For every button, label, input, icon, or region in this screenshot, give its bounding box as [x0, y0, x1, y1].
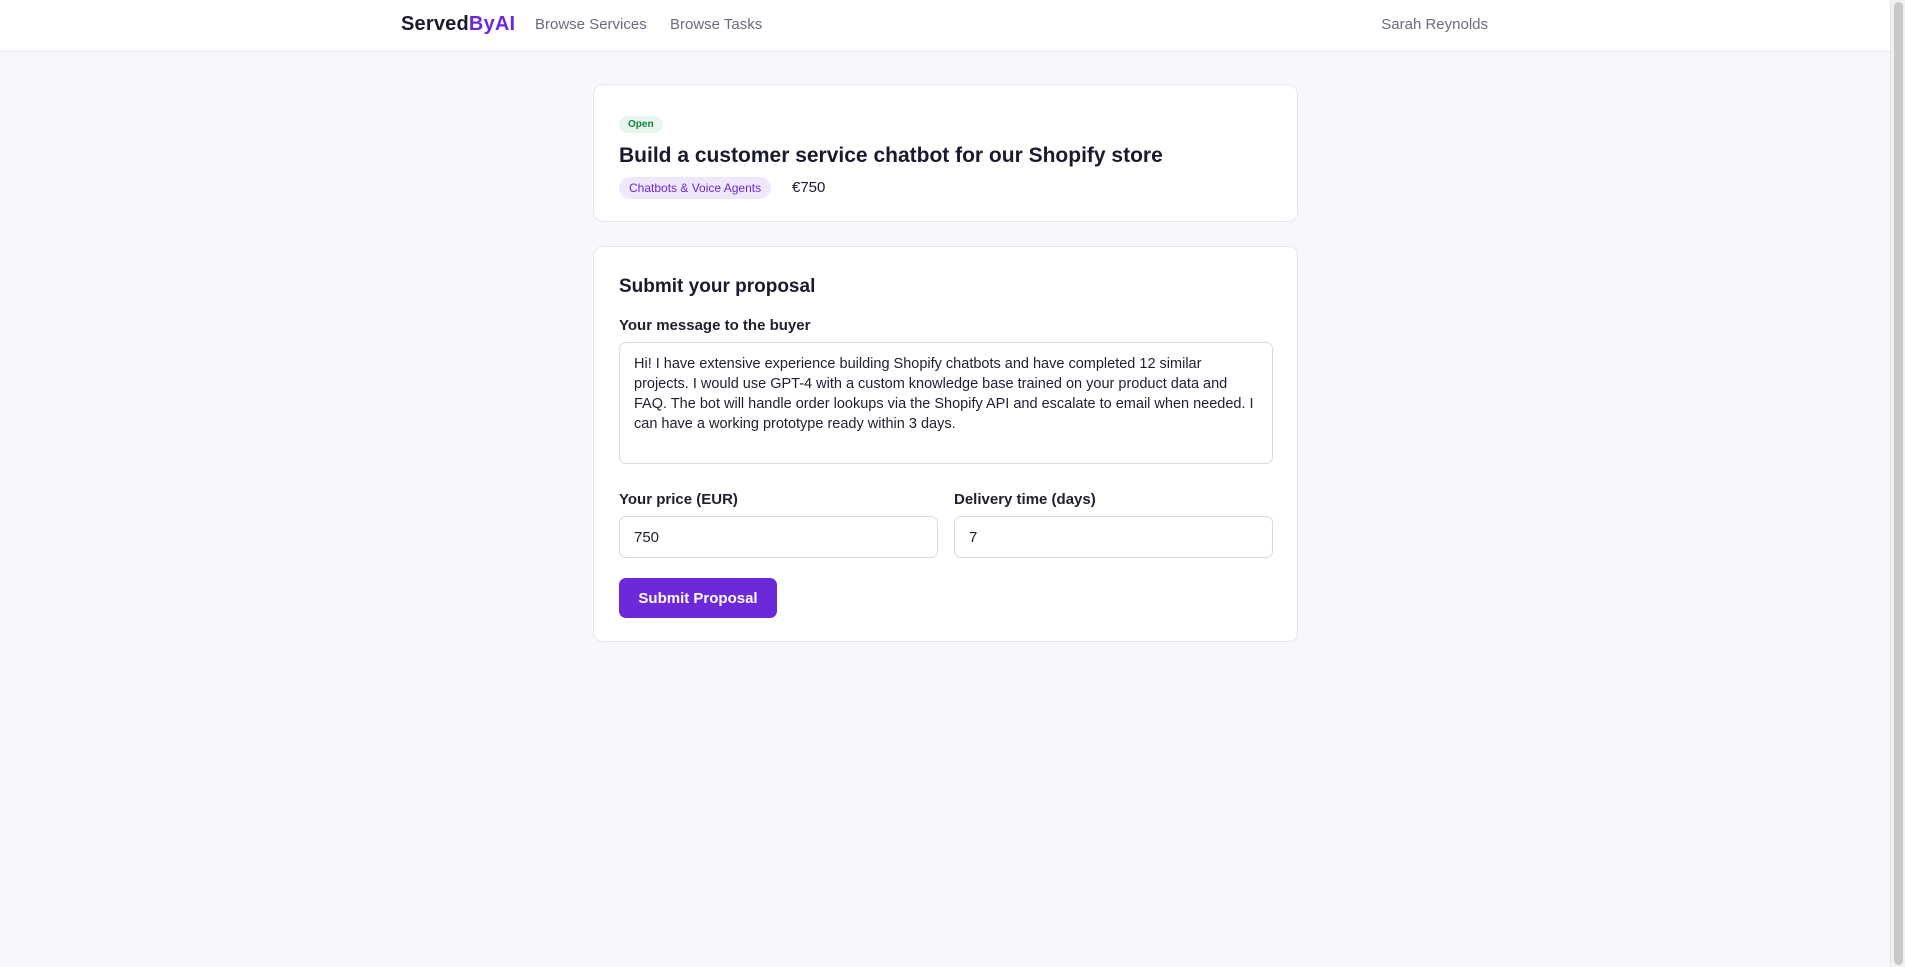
- scrollbar-thumb[interactable]: [1894, 2, 1903, 965]
- user-menu[interactable]: Sarah Reynolds: [1381, 16, 1488, 33]
- brand-accent-text: ByAI: [468, 13, 516, 35]
- task-title: Build a customer service chatbot for our…: [619, 144, 1163, 167]
- nav-browse-tasks[interactable]: Browse Tasks: [670, 16, 762, 33]
- page: ServedByAI Browse Services Browse Tasks …: [0, 0, 1905, 967]
- status-badge: Open: [619, 116, 663, 133]
- nav-browse-services[interactable]: Browse Services: [535, 16, 647, 33]
- price-input[interactable]: [619, 516, 938, 558]
- proposal-section-title: Submit your proposal: [619, 276, 816, 297]
- brand-logo[interactable]: ServedByAI: [401, 13, 515, 36]
- message-label: Your message to the buyer: [619, 317, 811, 334]
- delivery-label: Delivery time (days): [954, 491, 1096, 508]
- proposal-form-card: Submit your proposal Your message to the…: [593, 246, 1298, 642]
- top-navigation-bar: ServedByAI Browse Services Browse Tasks …: [0, 0, 1890, 52]
- delivery-input[interactable]: [954, 516, 1273, 558]
- task-budget: €750: [792, 179, 826, 196]
- message-textarea[interactable]: Hi! I have extensive experience building…: [619, 342, 1273, 464]
- brand-primary-text: Served: [401, 13, 469, 35]
- price-label: Your price (EUR): [619, 491, 738, 508]
- task-summary-card: Open Build a customer service chatbot fo…: [593, 84, 1298, 222]
- submit-proposal-button[interactable]: Submit Proposal: [619, 578, 777, 618]
- vertical-scrollbar[interactable]: [1890, 0, 1905, 967]
- category-tag: Chatbots & Voice Agents: [619, 177, 772, 199]
